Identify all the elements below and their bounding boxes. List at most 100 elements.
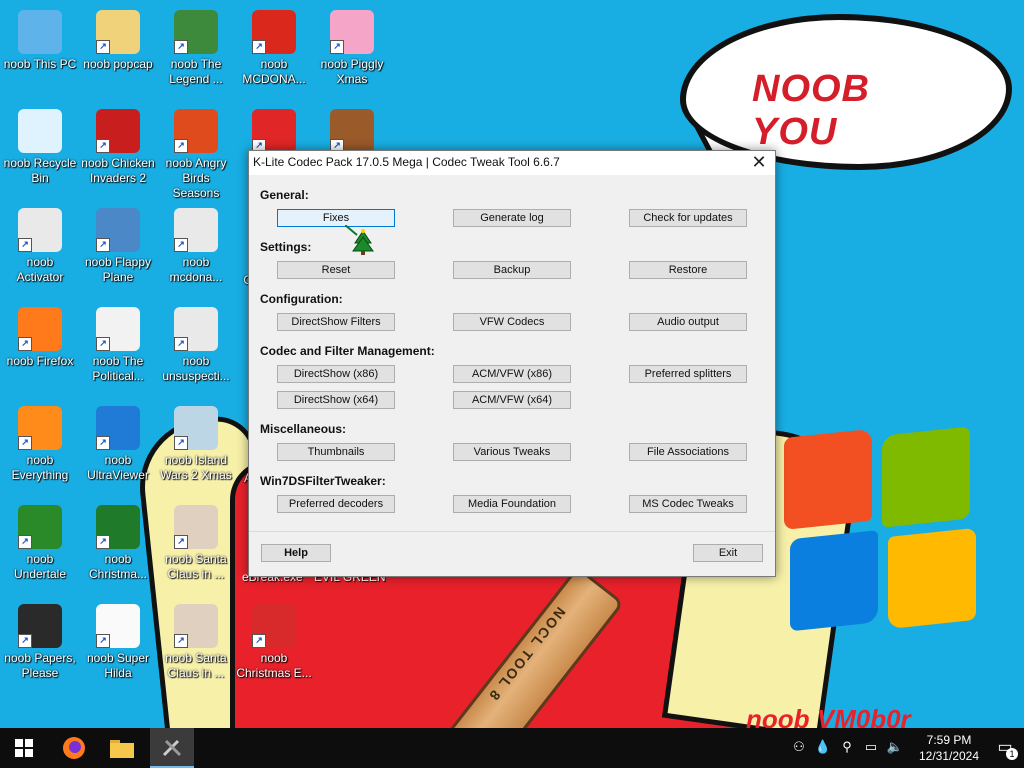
desktop-icon[interactable]: ↗ noob Santa Claus in ...	[158, 499, 234, 593]
start-button[interactable]	[2, 728, 46, 768]
section-win7dsfiltertweaker-label: Win7DSFilterTweaker:	[260, 474, 386, 488]
shortcut-arrow-icon: ↗	[330, 40, 344, 54]
desktop-icon[interactable]: ↗ noob UltraViewer	[80, 400, 156, 494]
shortcut-arrow-icon: ↗	[174, 40, 188, 54]
taskbar-file-explorer-button[interactable]	[100, 728, 144, 768]
desktop-icon[interactable]: ↗ noob Chicken Invaders 2	[80, 103, 156, 197]
close-icon[interactable]: ✕	[743, 151, 775, 175]
preferred-decoders-button[interactable]: Preferred decoders	[277, 495, 395, 513]
desktop-icon-label: noob Island Wars 2 Xmas	[160, 453, 232, 482]
file-icon: ↗	[18, 208, 62, 252]
notification-center-icon[interactable]: ▭ 1	[994, 736, 1018, 760]
desktop-icon[interactable]: ↗ noob mcdona...	[158, 202, 234, 296]
people-icon[interactable]: ⚇	[790, 738, 808, 756]
section-configuration-label: Configuration:	[260, 292, 343, 306]
desktop-icon[interactable]: ↗ noob Angry Birds Seasons	[158, 103, 234, 200]
shortcut-arrow-icon: ↗	[174, 436, 188, 450]
file-associations-button[interactable]: File Associations	[629, 443, 747, 461]
desktop-icon-label: noob mcdona...	[169, 255, 223, 284]
desktop-icon[interactable]: ↗ noob Everything	[2, 400, 78, 494]
backup-button[interactable]: Backup	[453, 261, 571, 279]
desktop-icon[interactable]: ↗ noob Firefox	[2, 301, 78, 395]
check-for-updates-button[interactable]: Check for updates	[629, 209, 747, 227]
recycle-bin-icon	[18, 109, 62, 153]
dialog-title: K-Lite Codec Pack 17.0.5 Mega | Codec Tw…	[253, 155, 560, 169]
desktop-icon[interactable]: ↗ noob Flappy Plane	[80, 202, 156, 296]
speech-bubble-text: NOOB YOU	[752, 68, 870, 153]
windows-start-icon	[15, 739, 33, 757]
ms-codec-tweaks-button[interactable]: MS Codec Tweaks	[629, 495, 747, 513]
shortcut-arrow-icon: ↗	[18, 535, 32, 549]
exit-button[interactable]: Exit	[693, 544, 763, 562]
desktop-icon[interactable]: ↗ noob Christmas E...	[236, 598, 312, 692]
shortcut-arrow-icon: ↗	[96, 337, 110, 351]
fixes-button[interactable]: Fixes	[277, 209, 395, 227]
desktop-icon-label: noob Angry Birds Seasons	[165, 156, 227, 200]
desktop-icon[interactable]: ↗ noob The Legend ...	[158, 4, 234, 98]
section-codec-filter-management-label: Codec and Filter Management:	[260, 344, 435, 358]
firefox-icon	[63, 737, 85, 759]
droplet-icon[interactable]: 💧	[814, 738, 832, 756]
desktop-icon-label: noob Christmas E...	[236, 651, 312, 680]
santa-icon: ↗	[174, 505, 218, 549]
preferred-splitters-button[interactable]: Preferred splitters	[629, 365, 747, 383]
vfw-codecs-button[interactable]: VFW Codecs	[453, 313, 571, 331]
desktop-icon-label: noob UltraViewer	[87, 453, 149, 482]
desktop-icon-label: noob Firefox	[6, 354, 74, 368]
shortcut-arrow-icon: ↗	[174, 139, 188, 153]
various-tweaks-button[interactable]: Various Tweaks	[453, 443, 571, 461]
shortcut-arrow-icon: ↗	[96, 634, 110, 648]
desktop-icon[interactable]: noob This PC	[2, 4, 78, 98]
acm-vfw-x86-button[interactable]: ACM/VFW (x86)	[453, 365, 571, 383]
volume-icon[interactable]: 🔈	[886, 738, 904, 756]
dialog-titlebar[interactable]: K-Lite Codec Pack 17.0.5 Mega | Codec Tw…	[249, 151, 775, 175]
monitor-icon: ↗	[96, 406, 140, 450]
network-icon[interactable]: ▭	[862, 738, 880, 756]
desktop-icon[interactable]: ↗ noob Piggly Xmas	[314, 4, 390, 98]
desktop-icon[interactable]: noob Recycle Bin	[2, 103, 78, 197]
desktop-icon[interactable]: ↗ noob unsuspecti...	[158, 301, 234, 395]
directshow-x64-button[interactable]: DirectShow (x64)	[277, 391, 395, 409]
desktop-icon[interactable]: ↗ noob Island Wars 2 Xmas	[158, 400, 234, 494]
taskbar-clock[interactable]: 7:59 PM 12/31/2024	[914, 732, 984, 764]
taskbar-firefox-button[interactable]	[52, 728, 96, 768]
desktop-icon[interactable]: ↗ noob The Political...	[80, 301, 156, 395]
desktop-icon[interactable]: ↗ noob Activator	[2, 202, 78, 296]
angry-birds-icon: ↗	[174, 109, 218, 153]
shortcut-arrow-icon: ↗	[18, 436, 32, 450]
desktop-icon[interactable]: ↗ noob Papers, Please	[2, 598, 78, 692]
desktop-icon[interactable]: ↗ noob Santa Claus in ...	[158, 598, 234, 692]
dialog-separator	[249, 531, 775, 532]
taskbar-codec-tweak-tool-button[interactable]	[150, 728, 194, 768]
desktop-icon-label: noob Christma...	[88, 552, 147, 581]
desktop-icon-label: noob Activator	[16, 255, 64, 284]
reset-button[interactable]: Reset	[277, 261, 395, 279]
thumbnails-button[interactable]: Thumbnails	[277, 443, 395, 461]
desktop-icon-label: noob The Legend ...	[169, 57, 223, 86]
desktop-icon-label: noob Flappy Plane	[84, 255, 152, 284]
island-icon: ↗	[174, 406, 218, 450]
plane-icon: ↗	[96, 208, 140, 252]
desktop-icon[interactable]: ↗ noob Christma...	[80, 499, 156, 593]
media-foundation-button[interactable]: Media Foundation	[453, 495, 571, 513]
restore-button[interactable]: Restore	[629, 261, 747, 279]
acm-vfw-x64-button[interactable]: ACM/VFW (x64)	[453, 391, 571, 409]
section-general-label: General:	[260, 188, 309, 202]
generate-log-button[interactable]: Generate log	[453, 209, 571, 227]
help-button[interactable]: Help	[261, 544, 331, 562]
clock-time: 7:59 PM	[926, 733, 972, 747]
desktop-icon[interactable]: ↗ noob Super Hilda	[80, 598, 156, 692]
desktop-icon[interactable]: ↗ noob MCDONA...	[236, 4, 312, 98]
shortcut-arrow-icon: ↗	[174, 238, 188, 252]
mcdonalds-icon: ↗	[252, 10, 296, 54]
directshow-x86-button[interactable]: DirectShow (x86)	[277, 365, 395, 383]
folder-icon	[110, 740, 134, 758]
directshow-filters-button[interactable]: DirectShow Filters	[277, 313, 395, 331]
clock-date: 12/31/2024	[918, 749, 980, 763]
desktop-icon[interactable]: ↗ noob Undertale	[2, 499, 78, 593]
search-icon[interactable]: ⚲	[838, 738, 856, 756]
audio-output-button[interactable]: Audio output	[629, 313, 747, 331]
desktop-icon[interactable]: ↗ noob popcap	[80, 4, 156, 98]
shortcut-arrow-icon: ↗	[252, 634, 266, 648]
desktop-icon-label: noob Undertale	[13, 552, 67, 581]
